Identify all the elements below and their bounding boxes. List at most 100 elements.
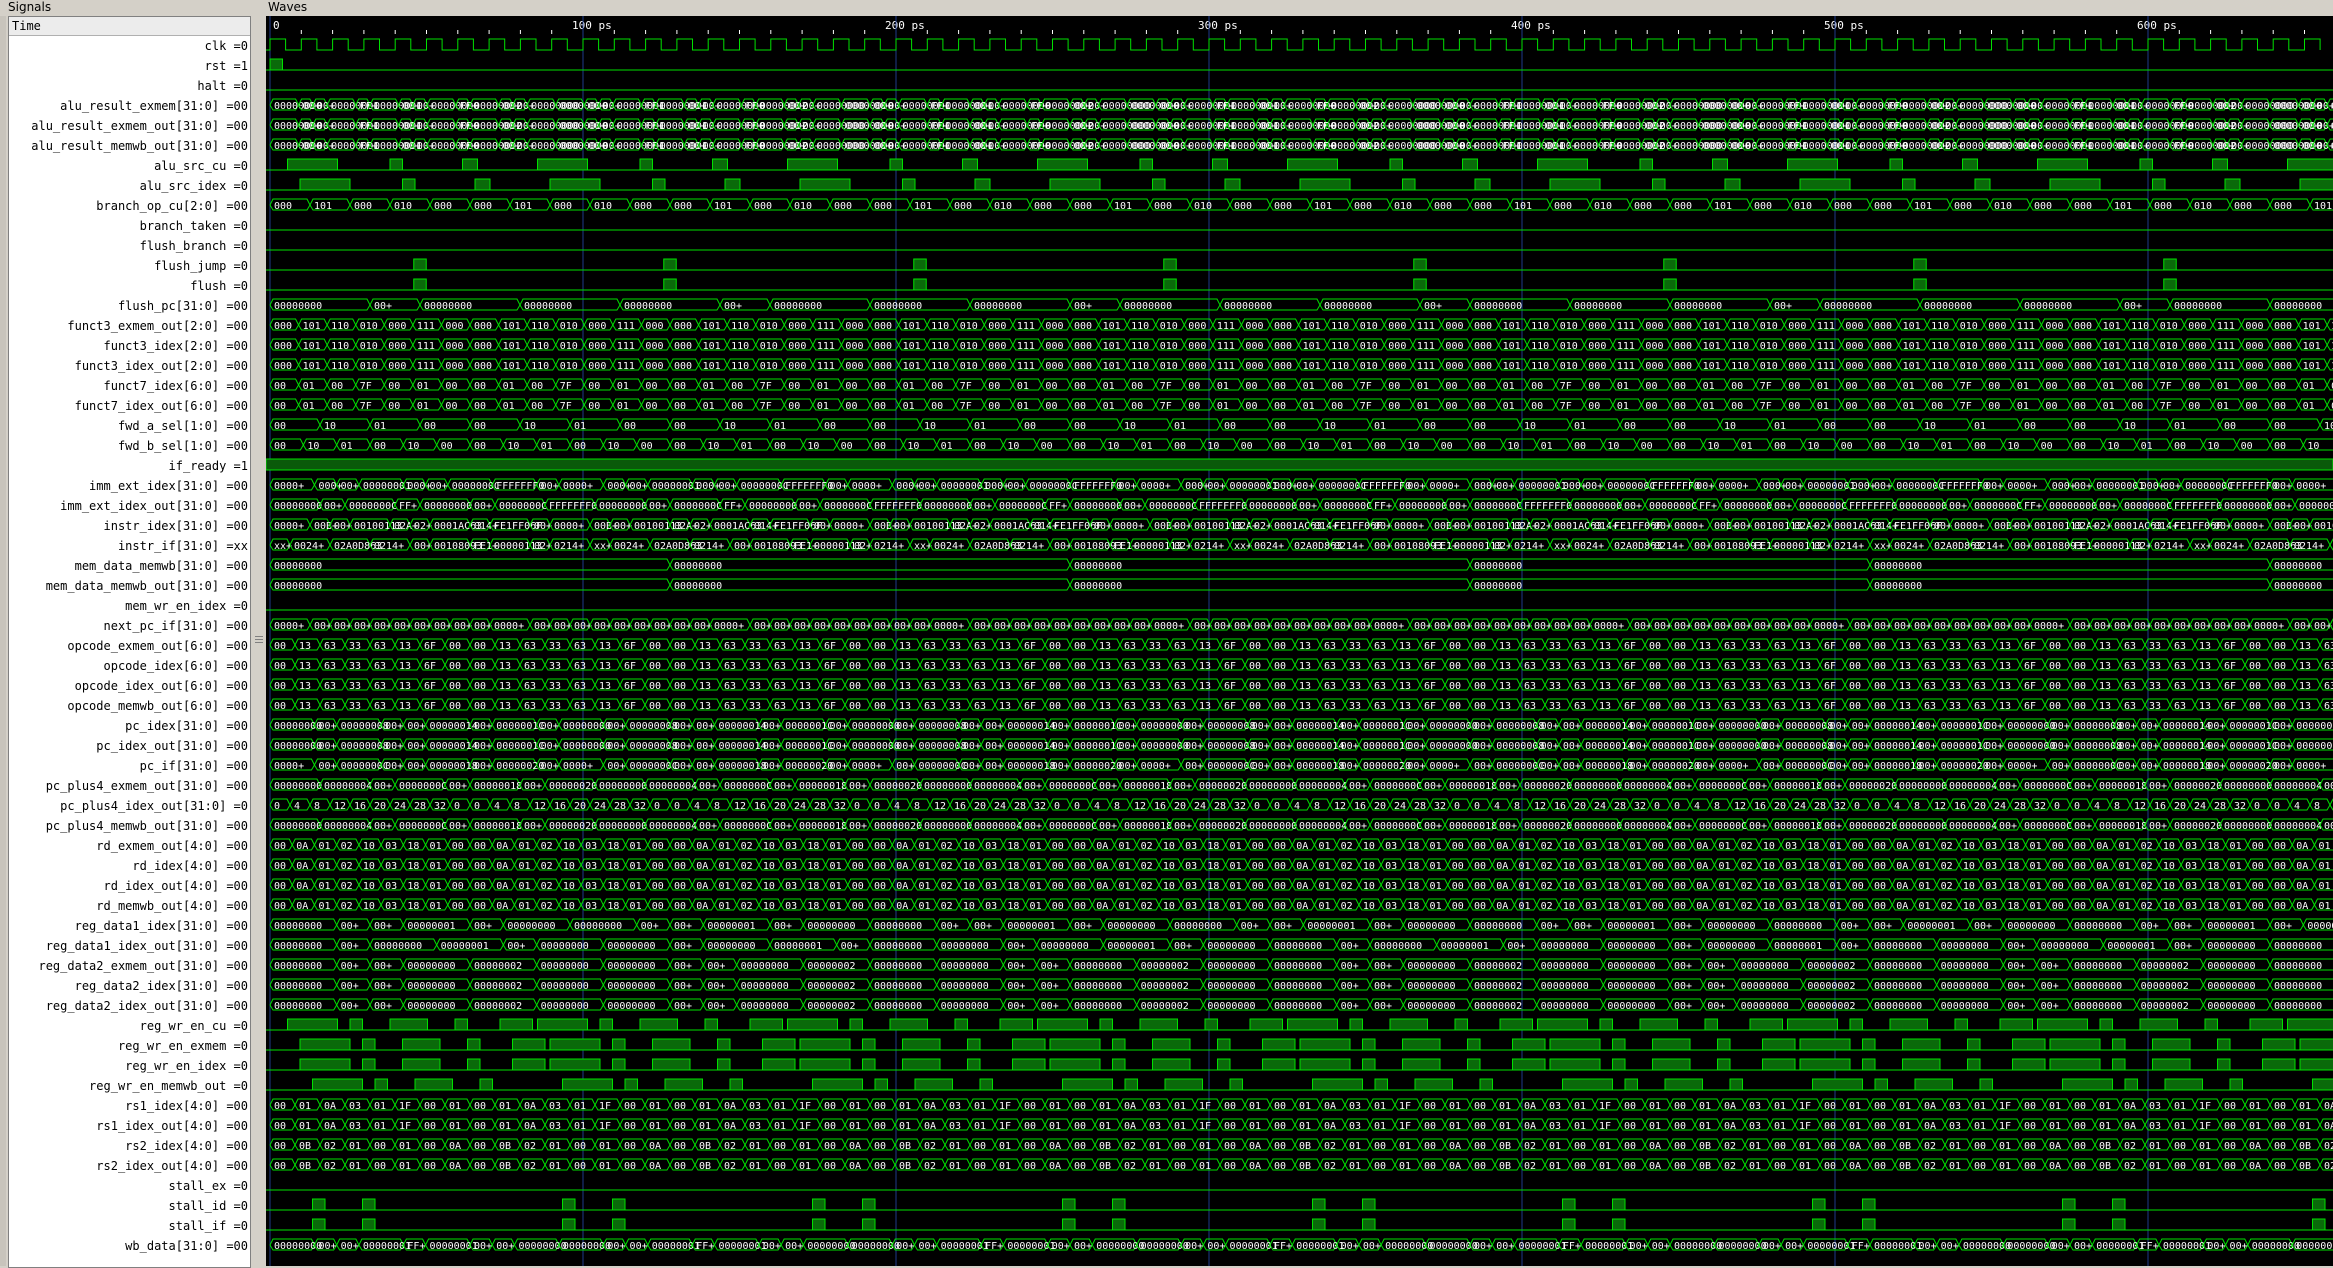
bus-value: 18 [407,881,419,892]
bus-value: 01 [1574,421,1586,432]
signal-name-row[interactable]: reg_data2_exmem_out[31:0] =00 [9,956,250,976]
signal-name-row[interactable]: opcode_idex[6:0] =00 [9,656,250,676]
bus-value: 6F [1024,641,1036,652]
bus-value: 00+ [1499,821,1517,832]
bus-value: 00+ [2214,521,2232,532]
signal-name-row[interactable]: opcode_exmem_out[6:0] =00 [9,636,250,656]
bus-value: 33 [1949,681,1961,692]
signal-name-row[interactable]: mem_data_memwb_out[31:0] =00 [9,576,250,596]
signal-name-row[interactable]: wb_data[31:0] =00 [9,1236,250,1256]
signal-name-row[interactable]: reg_data2_idex[31:0] =00 [9,976,250,996]
signal-name-row[interactable]: rs2_idex_out[4:0] =00 [9,1156,250,1176]
signal-name-row[interactable]: funct3_idex_out[2:0] =00 [9,356,250,376]
bus-value: 63 [974,681,986,692]
signal-name-row[interactable]: pc_idex_out[31:0] =00 [9,736,250,756]
signal-name-row[interactable]: if_ready =1 [9,456,250,476]
high-pulse [914,279,927,290]
bus-value: 000 [1154,201,1172,212]
signal-name-row[interactable]: pc_plus4_exmem_out[31:0] =00 [9,776,250,796]
bus-value: 00+ [1294,621,1312,632]
bus-value: 00+ [1985,721,2003,732]
bus-value: 6F [1624,661,1636,672]
signal-name-row[interactable]: alu_result_memwb_out[31:0] =00 [9,136,250,156]
signal-name-row[interactable]: pc_plus4_memwb_out[31:0] =00 [9,816,250,836]
signal-name-row[interactable]: halt =0 [9,76,250,96]
bus-value: 00000000 [2049,501,2097,512]
signal-name-row[interactable]: funct3_idex[2:0] =00 [9,336,250,356]
bus-value: 00+ [1694,541,1712,552]
bus-value: 18 [1407,841,1419,852]
signal-name-row[interactable]: rs2_idex[4:0] =00 [9,1136,250,1156]
signal-name-row[interactable]: opcode_idex_out[6:0] =00 [9,676,250,696]
signals-list[interactable]: Time clk =0rst =1halt =0alu_result_exmem… [8,16,251,1268]
bus-value: 63 [1124,641,1136,652]
pane-splitter[interactable] [252,16,266,1266]
signal-name-row[interactable]: flush_branch =0 [9,236,250,256]
bus-value: 63 [1174,661,1186,672]
bus-value: 01 [718,861,730,872]
bus-value: 010 [1560,321,1578,332]
signal-name-row[interactable]: instr_idex[31:0] =00 [9,516,250,536]
signal-name-row[interactable]: pc_plus4_idex_out[31:0] =0 [9,796,250,816]
bus-value: FF+ [1699,501,1717,512]
signal-name-row[interactable]: imm_ext_idex_out[31:0] =00 [9,496,250,516]
signal-name-row[interactable]: funct3_exmem_out[2:0] =00 [9,316,250,336]
signal-name-row[interactable]: flush =0 [9,276,250,296]
signal-name-row[interactable]: stall_if =0 [9,1216,250,1236]
signal-name-row[interactable]: reg_data1_idex[31:0] =00 [9,916,250,936]
signal-name-row[interactable]: funct7_idex_out[6:0] =00 [9,396,250,416]
signal-name-row[interactable]: pc_if[31:0] =00 [9,756,250,776]
signal-name-row[interactable]: rs1_idex_out[4:0] =00 [9,1116,250,1136]
signal-name-row[interactable]: reg_data1_idex_out[31:0] =00 [9,936,250,956]
waveform-canvas[interactable]: 0100 ps200 ps300 ps400 ps500 ps600 ps000… [266,16,2333,1266]
signal-name-row[interactable]: mem_data_memwb[31:0] =00 [9,556,250,576]
bus-value: 00 [652,901,664,912]
signal-name-row[interactable]: rd_idex_out[4:0] =00 [9,876,250,896]
signal-name-row[interactable]: branch_op_cu[2:0] =00 [9,196,250,216]
bus-value: 16 [2154,801,2166,812]
waves-view[interactable]: 0100 ps200 ps300 ps400 ps500 ps600 ps000… [266,16,2333,1266]
signal-name-row[interactable]: rd_memwb_out[4:0] =00 [9,896,250,916]
signal-name-row[interactable]: rd_exmem_out[4:0] =00 [9,836,250,856]
signal-name-row[interactable]: rd_idex[4:0] =00 [9,856,250,876]
signal-name-row[interactable]: reg_wr_en_idex =0 [9,1056,250,1076]
signal-name-row[interactable]: alu_result_exmem_out[31:0] =00 [9,116,250,136]
signal-name-row[interactable]: stall_ex =0 [9,1176,250,1196]
signal-name-row[interactable]: alu_result_exmem[31:0] =00 [9,96,250,116]
signal-name-row[interactable]: branch_taken =0 [9,216,250,236]
bus-value: 000 [1645,361,1663,372]
bus-value: 20 [1174,801,1186,812]
waveform-25: xx+0024+02A0D8630214+00+00108093FE1+0000… [270,539,2333,552]
signal-name-row[interactable]: fwd_b_sel[1:0] =00 [9,436,250,456]
signal-name-row[interactable]: instr_if[31:0] =xx [9,536,250,556]
bus-value: 00+ [1974,921,1992,932]
signal-name-row[interactable]: alu_src_cu =0 [9,156,250,176]
bus-value: 010 [1360,321,1378,332]
signal-name-row[interactable]: stall_id =0 [9,1196,250,1216]
bus-value: 18 [807,881,819,892]
bus-value: 00+ [2014,541,2032,552]
bus-value: 101 [703,321,721,332]
bus-value: 010 [560,321,578,332]
signal-name-row[interactable]: imm_ext_idex[31:0] =00 [9,476,250,496]
signal-name-row[interactable]: reg_wr_en_exmem =0 [9,1036,250,1056]
signal-name-row[interactable]: flush_pc[31:0] =00 [9,296,250,316]
signal-name-row[interactable]: reg_data2_idex_out[31:0] =00 [9,996,250,1016]
signal-name-row[interactable]: next_pc_if[31:0] =00 [9,616,250,636]
signal-name-row[interactable]: pc_idex[31:0] =00 [9,716,250,736]
signal-name-row[interactable]: rst =1 [9,56,250,76]
signal-name-row[interactable]: rs1_idex[4:0] =00 [9,1096,250,1116]
signal-name-row[interactable]: flush_jump =0 [9,256,250,276]
signal-name-row[interactable]: alu_src_idex =0 [9,176,250,196]
bus-value: 00000000 [2007,921,2055,932]
bus-value: 01 [1817,401,1829,412]
signal-name-row[interactable]: reg_wr_en_cu =0 [9,1016,250,1036]
signal-name-row[interactable]: fwd_a_sel[1:0] =00 [9,416,250,436]
signal-name-row[interactable]: opcode_memwb_out[6:0] =00 [9,696,250,716]
signal-name-row[interactable]: funct7_idex[6:0] =00 [9,376,250,396]
bus-value: 63 [724,661,736,672]
signal-name-row[interactable]: clk =0 [9,36,250,56]
time-marker-label: 300 ps [1198,19,1238,32]
signal-name-row[interactable]: mem_wr_en_idex =0 [9,596,250,616]
signal-name-row[interactable]: reg_wr_en_memwb_out =0 [9,1076,250,1096]
